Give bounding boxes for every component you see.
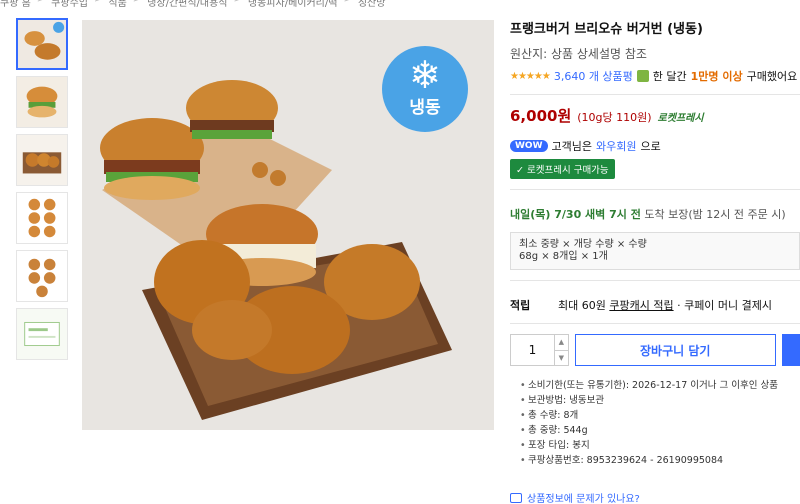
snowflake-icon: ❄ <box>409 53 441 97</box>
thumbnail-image <box>17 193 67 243</box>
rating-stars[interactable]: ★★★★★ <box>510 71 551 82</box>
breadcrumb-separator: > <box>343 0 351 8</box>
unit-price: (10g당 110원) <box>577 111 652 124</box>
purchase-count-highlight: 1만명 이상 <box>690 70 743 83</box>
quantity-decrease-icon[interactable]: ▼ <box>555 351 568 366</box>
spec-item: 포장 타입: 봉지 <box>520 438 800 453</box>
add-to-cart-button[interactable]: 장바구니 담기 <box>574 334 776 366</box>
thumbnail-3[interactable] <box>16 134 68 186</box>
wow-member-link[interactable]: 와우회원 <box>596 138 636 154</box>
product-title: 프랭크버거 브리오슈 버거번 (냉동) <box>510 22 703 37</box>
rocket-fresh-available-badge: ✓ 로켓프레시 구매가능 <box>510 159 615 179</box>
purchase-text: 한 달간 <box>652 70 687 83</box>
thumbnail-6[interactable] <box>16 308 68 360</box>
quantity-steps: ▲ ▼ <box>553 335 568 366</box>
breadcrumb-separator: > <box>37 0 45 8</box>
purchase-text-suffix: 구매했어요 <box>746 70 798 83</box>
option-selector[interactable]: 최소 중량 × 개당 수량 × 수량 68g × 8개입 × 1개 <box>510 232 800 270</box>
breadcrumb-separator: > <box>133 0 141 8</box>
breadcrumb-item[interactable]: 쿠팡 홈 <box>0 0 31 9</box>
delivery-info: 내일(목) 7/30 새벽 7시 전 도착 보장(밤 12시 전 주문 시) <box>510 206 800 222</box>
buy-row: 1 ▲ ▼ 장바구니 담기 <box>510 334 800 366</box>
reward-label: 적립 <box>510 299 531 312</box>
wow-text: 고객님은 <box>551 140 592 153</box>
breadcrumb-item[interactable]: 쿠팡수입 <box>51 0 88 9</box>
thumbnail-4[interactable] <box>16 192 68 244</box>
quantity-input[interactable]: 1 <box>511 335 554 365</box>
price-row: 6,000원 (10g당 110원) 로켓프레시 <box>510 105 800 126</box>
option-header: 최소 중량 × 개당 수량 × 수량 <box>519 239 647 250</box>
breadcrumb-item[interactable]: 식품 <box>108 0 126 9</box>
thumbnail-list <box>16 18 70 366</box>
divider <box>510 189 800 190</box>
price: 6,000원 <box>510 107 572 125</box>
divider <box>510 280 800 281</box>
spec-item: 소비기한(또는 유통기한): 2026-12-17 이거나 그 이후인 상품 <box>520 378 800 393</box>
breadcrumb-separator: > <box>94 0 102 8</box>
report-problem-text: 상품정보에 문제가 있나요? <box>527 494 640 504</box>
message-icon <box>510 492 522 503</box>
thumbnail-image <box>17 309 67 359</box>
rating-row: ★★★★★ 3,640 개 상품평 한 달간 1만명 이상 구매했어요 <box>510 68 800 84</box>
rocket-fresh-badge: 로켓프레시 <box>657 113 704 124</box>
quantity-increase-icon[interactable]: ▲ <box>554 335 568 351</box>
product-origin: 원산지: 상품 상세설명 참조 <box>510 47 647 61</box>
divider <box>510 323 800 324</box>
wow-member-row: WOW 고객님은 와우회원 으로 <box>510 138 800 154</box>
coupang-cash-link[interactable]: 쿠팡캐시 적립 <box>609 297 673 313</box>
thumbnail-image <box>17 251 67 301</box>
reward-row: 적립 최대 60원 쿠팡캐시 적립 · 쿠페이 머니 결제시 <box>510 297 800 313</box>
thumbnail-image <box>17 77 67 127</box>
quantity-stepper[interactable]: 1 ▲ ▼ <box>510 334 569 366</box>
breadcrumb-separator: > <box>234 0 242 8</box>
wow-badge: WOW <box>510 140 548 152</box>
breadcrumb: 쿠팡 홈 > 쿠팡수입 > 식품 > 냉장/간편식/대용식 > 냉동피자/베이커리/떡 >… <box>0 0 386 9</box>
reward-text: 최대 60원 <box>558 299 606 312</box>
divider <box>510 94 800 95</box>
review-count-link[interactable]: 3,640 개 상품평 <box>554 68 633 84</box>
breadcrumb-item[interactable]: 냉장/간편식/대용식 <box>147 0 227 9</box>
thumbnail-image <box>17 135 67 185</box>
shopping-bag-icon <box>636 70 649 82</box>
frozen-badge: ❄ 냉동 <box>382 46 468 132</box>
option-value: 68g × 8개입 × 1개 <box>519 251 608 262</box>
main-product-image[interactable]: ❄ 냉동 <box>82 20 494 430</box>
spec-item: 보관방법: 냉동보관 <box>520 393 800 408</box>
spec-item: 총 수량: 8개 <box>520 408 800 423</box>
thumbnail-1[interactable] <box>16 18 68 70</box>
frozen-badge-label: 냉동 <box>409 98 441 118</box>
breadcrumb-item[interactable]: 징산방 <box>358 0 386 9</box>
delivery-date: 내일(목) 7/30 새벽 7시 전 <box>510 208 641 221</box>
thumbnail-5[interactable] <box>16 250 68 302</box>
thumbnail-2[interactable] <box>16 76 68 128</box>
product-info: 프랭크버거 브리오슈 버거번 (냉동) 원산지: 상품 상세설명 참조 ★★★★… <box>510 18 800 504</box>
spec-item: 총 중량: 544g <box>520 423 800 438</box>
report-problem-link[interactable]: 상품정보에 문제가 있나요? <box>510 490 800 504</box>
wow-text-suffix: 으로 <box>640 140 661 153</box>
delivery-note: (밤 12시 전 주문 시) <box>688 208 786 221</box>
reward-suffix: · 쿠페이 머니 결제시 <box>677 299 773 312</box>
spec-item: 쿠팡상품번호: 8953239624 - 26190995084 <box>520 453 800 468</box>
delivery-guarantee: 도착 보장 <box>644 208 689 221</box>
product-specs: 소비기한(또는 유통기한): 2026-12-17 이거나 그 이후인 상품 보… <box>510 378 800 468</box>
thumbnail-image <box>18 20 66 68</box>
buy-now-button[interactable] <box>781 334 800 366</box>
breadcrumb-item[interactable]: 냉동피자/베이커리/떡 <box>248 0 338 9</box>
